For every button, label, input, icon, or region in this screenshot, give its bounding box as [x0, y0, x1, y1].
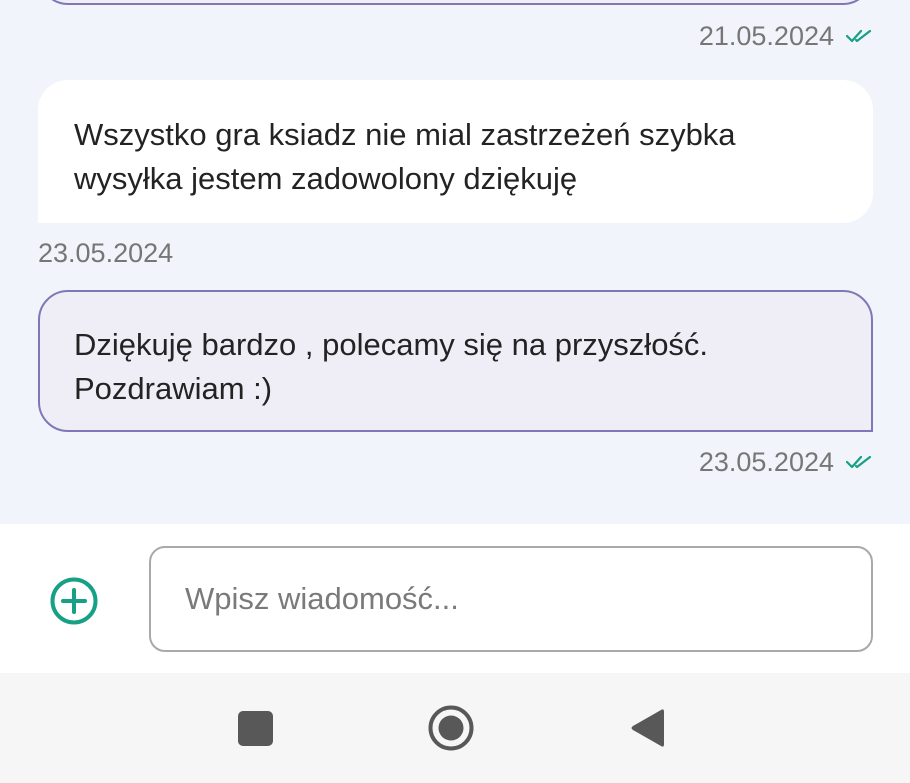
- message-input-box[interactable]: [149, 546, 873, 652]
- message-meta: 23.05.2024: [699, 446, 872, 478]
- plus-circle-icon: [50, 577, 98, 625]
- recents-square-icon[interactable]: [238, 711, 273, 746]
- message-bubble-outgoing: [38, 0, 873, 5]
- message-bubble-outgoing: Dziękuję bardzo , polecamy się na przysz…: [38, 290, 873, 432]
- system-navigation-bar: [0, 673, 910, 783]
- message-meta: 21.05.2024: [699, 20, 872, 52]
- double-check-icon: [846, 29, 872, 43]
- message-composer: [0, 524, 910, 673]
- message-input[interactable]: [185, 548, 845, 650]
- message-bubble-incoming: Wszystko gra ksiadz nie mial zastrzeżeń …: [38, 80, 873, 223]
- message-text: Dziękuję bardzo , polecamy się na przysz…: [74, 327, 709, 406]
- add-attachment-button[interactable]: [49, 576, 99, 626]
- message-text: Wszystko gra ksiadz nie mial zastrzeżeń …: [74, 117, 736, 196]
- message-timestamp: 23.05.2024: [38, 238, 174, 268]
- message-timestamp: 21.05.2024: [698, 21, 834, 51]
- double-check-icon: [846, 455, 872, 469]
- home-circle-icon[interactable]: [428, 705, 474, 751]
- back-triangle-icon[interactable]: [630, 707, 664, 749]
- chat-messages[interactable]: 21.05.2024 Wszystko gra ksiadz nie mial …: [0, 0, 910, 524]
- message-timestamp: 23.05.2024: [698, 447, 834, 477]
